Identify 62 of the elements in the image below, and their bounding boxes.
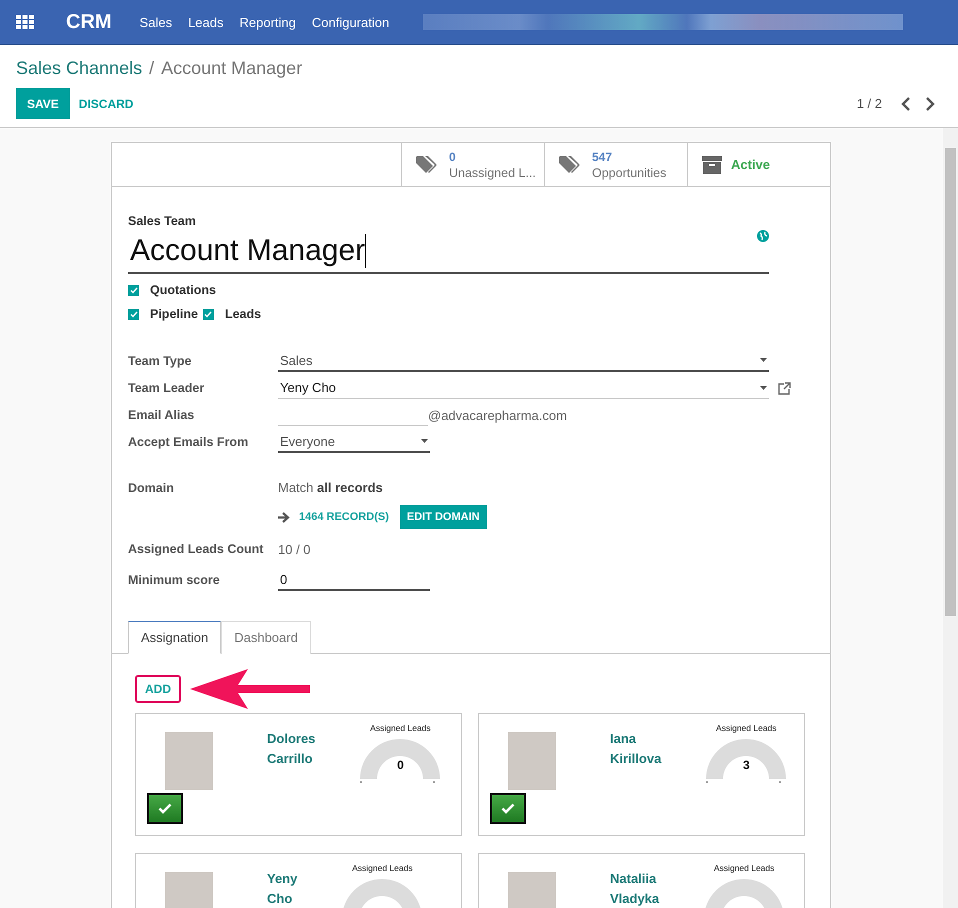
select-field[interactable]: Everyone: [278, 431, 430, 453]
member-card[interactable]: Yeny Cho Assigned Leads: [135, 853, 462, 908]
smart-button[interactable]: Active: [687, 143, 830, 186]
menu-item[interactable]: Reporting: [240, 14, 296, 30]
breadcrumb-separator: /: [149, 58, 154, 78]
alias-domain: @advacarepharma.com: [428, 408, 567, 422]
records-link[interactable]: 1464 RECORD(S): [299, 511, 389, 523]
pager-counter: 1 / 2: [856, 96, 882, 111]
stat-label: Opportunities: [592, 164, 666, 180]
field-label: Team Leader: [128, 380, 206, 397]
member-card[interactable]: Nataliia Vladyka Assigned Leads: [478, 853, 805, 908]
field-label: Domain: [128, 480, 175, 497]
field-value: Everyone: [280, 434, 335, 448]
select-field[interactable]: Sales: [278, 350, 769, 372]
name-field[interactable]: Account Manager: [128, 230, 769, 274]
tab[interactable]: Assignation: [128, 621, 222, 654]
menu-item[interactable]: Sales: [140, 14, 172, 30]
breadcrumb-link[interactable]: Sales Channels: [16, 58, 142, 78]
select-field[interactable]: Yeny Cho: [278, 377, 769, 399]
member-name[interactable]: Dolores Carrillo: [267, 729, 316, 835]
field-label: Minimum score: [128, 572, 221, 589]
menu-item[interactable]: Configuration: [312, 14, 390, 30]
save-button[interactable]: SAVE: [16, 88, 70, 119]
field-label: Sales Team: [128, 214, 197, 228]
gauge-value: 0: [396, 758, 405, 772]
breadcrumb-current: Account Manager: [161, 58, 302, 78]
stat-value: 547: [592, 148, 614, 164]
gauge-title: Assigned Leads: [714, 863, 774, 873]
member-name[interactable]: Nataliia Vladyka: [610, 869, 660, 908]
domain-summary: Match all records: [278, 479, 384, 497]
add-button[interactable]: ADD: [135, 675, 181, 703]
gauge-title: Assigned Leads: [370, 723, 431, 733]
field-value: 0: [280, 572, 288, 586]
member-name[interactable]: Yeny Cho: [267, 869, 298, 908]
field-label: Team Type: [128, 353, 192, 370]
edit-domain-button[interactable]: EDIT DOMAIN: [400, 505, 487, 529]
discard-button[interactable]: DISCARD: [72, 96, 140, 112]
app-name: CRM: [66, 10, 112, 34]
field-label: Assigned Leads Count: [128, 541, 264, 558]
member-card[interactable]: Dolores Carrillo Assigned Leads 0: [135, 713, 462, 836]
member-card[interactable]: Iana Kirillova Assigned Leads 3: [478, 713, 805, 836]
checkbox-label: Pipeline: [150, 307, 198, 321]
score-field[interactable]: 0: [278, 569, 430, 591]
member-name[interactable]: Iana Kirillova: [610, 729, 662, 835]
field-label: Accept Emails From: [128, 434, 250, 451]
stat-label: Unassigned L...: [449, 164, 536, 180]
smart-button[interactable]: 0 Unassigned L...: [401, 143, 544, 186]
tab[interactable]: Dashboard: [221, 621, 311, 654]
gauge-title: Assigned Leads: [716, 723, 777, 733]
name-value: Account Manager: [130, 234, 366, 268]
gauge-value: 3: [742, 758, 751, 772]
checkbox-label: Leads: [224, 307, 262, 321]
field-value: 10 / 0: [278, 542, 311, 556]
stat-value: 0: [449, 148, 457, 164]
field-label: Email Alias: [128, 407, 196, 424]
menu-item[interactable]: Leads: [188, 14, 224, 30]
smart-button[interactable]: 547 Opportunities: [544, 143, 687, 186]
gauge-title: Assigned Leads: [352, 863, 413, 873]
field-value: Yeny Cho: [280, 380, 336, 395]
active-label: Active: [731, 157, 770, 172]
field-value: Sales: [280, 352, 313, 368]
checkbox-label: Quotations: [150, 283, 216, 297]
